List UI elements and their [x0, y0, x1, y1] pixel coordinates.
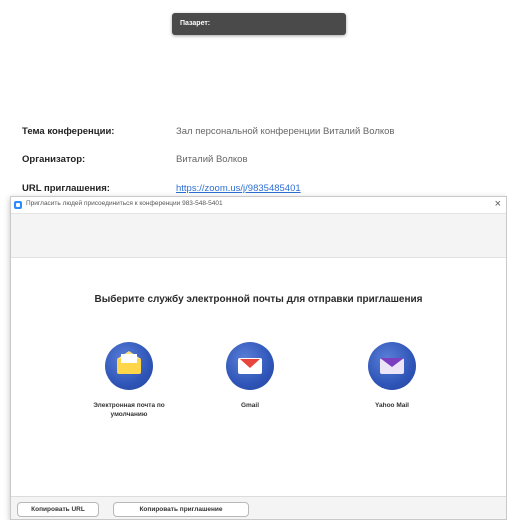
gmail-icon[interactable]: [226, 342, 274, 390]
service-yahoo-mail[interactable]: Yahoo Mail: [337, 342, 447, 410]
dialog-footer: Копировать URL Копировать приглашение: [11, 496, 506, 519]
invite-dialog: Пригласить людей присоединиться к конфер…: [10, 196, 507, 520]
tooltip: Пазарет:: [172, 13, 346, 35]
copy-url-button[interactable]: Копировать URL: [17, 502, 99, 517]
service-label: Yahoo Mail: [375, 402, 409, 409]
host-value: Виталий Волков: [176, 154, 248, 165]
zoom-app-icon: [14, 201, 22, 209]
default-mail-icon[interactable]: [105, 342, 153, 390]
host-label: Организатор:: [22, 154, 86, 165]
dialog-title: Пригласить людей присоединиться к конфер…: [26, 200, 223, 207]
dialog-titlebar: Пригласить людей присоединиться к конфер…: [11, 197, 506, 214]
close-button[interactable]: ×: [495, 198, 501, 210]
topic-label: Тема конференции:: [22, 126, 115, 137]
dialog-heading: Выберите службу электронной почты для от…: [94, 294, 423, 305]
service-label: Электронная почта по умолчанию: [93, 402, 165, 418]
topic-value: Зал персональной конференции Виталий Вол…: [176, 126, 395, 137]
service-gmail[interactable]: Gmail: [195, 342, 305, 410]
service-default-mail[interactable]: Электронная почта по умолчанию: [74, 342, 184, 419]
invite-url-link[interactable]: https://zoom.us/j/9835485401: [176, 183, 301, 194]
copy-invitation-button[interactable]: Копировать приглашение: [113, 502, 249, 517]
dialog-header-area: [11, 214, 506, 258]
service-label: Gmail: [240, 402, 260, 409]
url-label: URL приглашения:: [22, 183, 110, 194]
yahoo-mail-icon[interactable]: [368, 342, 416, 390]
